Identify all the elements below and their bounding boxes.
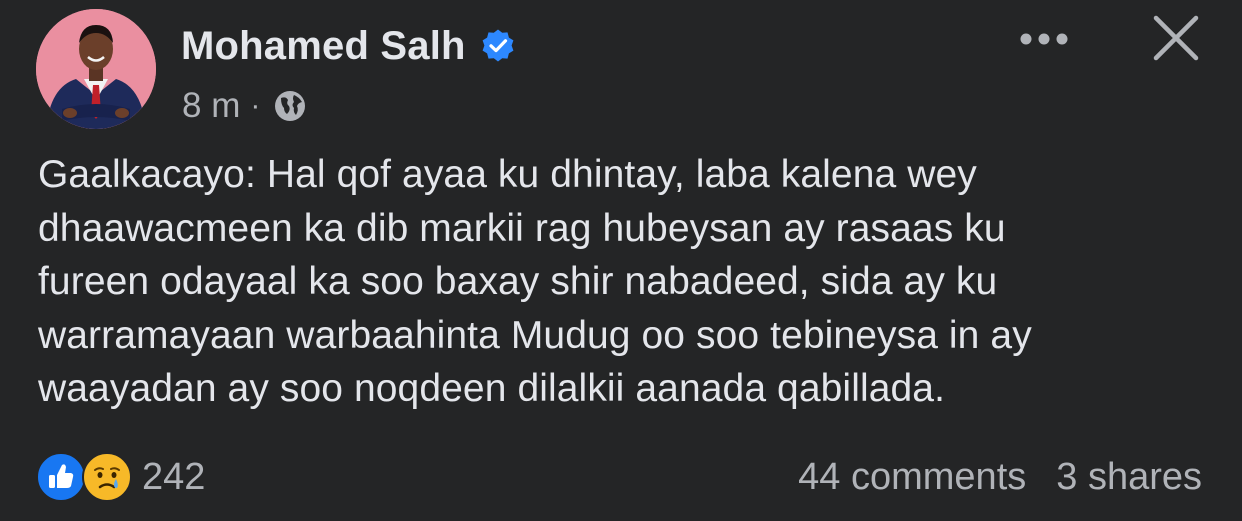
reactions-summary[interactable]: 242: [36, 452, 205, 502]
post-text-line: Gaalkacayo: Hal qof ayaa ku dhintay, lab…: [38, 153, 977, 196]
post-text-line: dhaawacmeen ka dib markii rag hubeysan a…: [38, 206, 1006, 250]
verified-badge-icon: [480, 28, 516, 64]
meta-separator: ·: [250, 89, 261, 122]
more-options-icon[interactable]: [1016, 22, 1072, 56]
author-avatar[interactable]: [36, 9, 156, 129]
sad-icon: [82, 452, 132, 502]
like-icon: [36, 452, 86, 502]
avatar-image: [36, 9, 156, 129]
comments-count[interactable]: 44 comments: [798, 452, 1026, 502]
post-text-line: warramayaan warbaahinta Mudug oo soo teb…: [38, 313, 1032, 357]
post-text-line: waayadan ay soo noqdeen dilalkii aanada …: [38, 367, 946, 410]
reaction-count[interactable]: 242: [142, 452, 205, 502]
close-icon[interactable]: [1148, 10, 1204, 66]
post-meta: 8 m ·: [182, 84, 308, 128]
post-body: Gaalkacayo: Hal qof ayaa ku dhintay, lab…: [38, 148, 1218, 416]
shares-count[interactable]: 3 shares: [1056, 452, 1202, 502]
post-text-line: fureen odayaal ka soo baxay shir nabadee…: [38, 260, 998, 303]
post-stats: 44 comments 3 shares: [798, 452, 1202, 502]
post-time[interactable]: 8 m: [182, 84, 240, 128]
globe-icon[interactable]: [272, 88, 308, 124]
author-name[interactable]: Mohamed Salh: [181, 22, 466, 70]
post-header: Mohamed Salh: [181, 22, 516, 70]
